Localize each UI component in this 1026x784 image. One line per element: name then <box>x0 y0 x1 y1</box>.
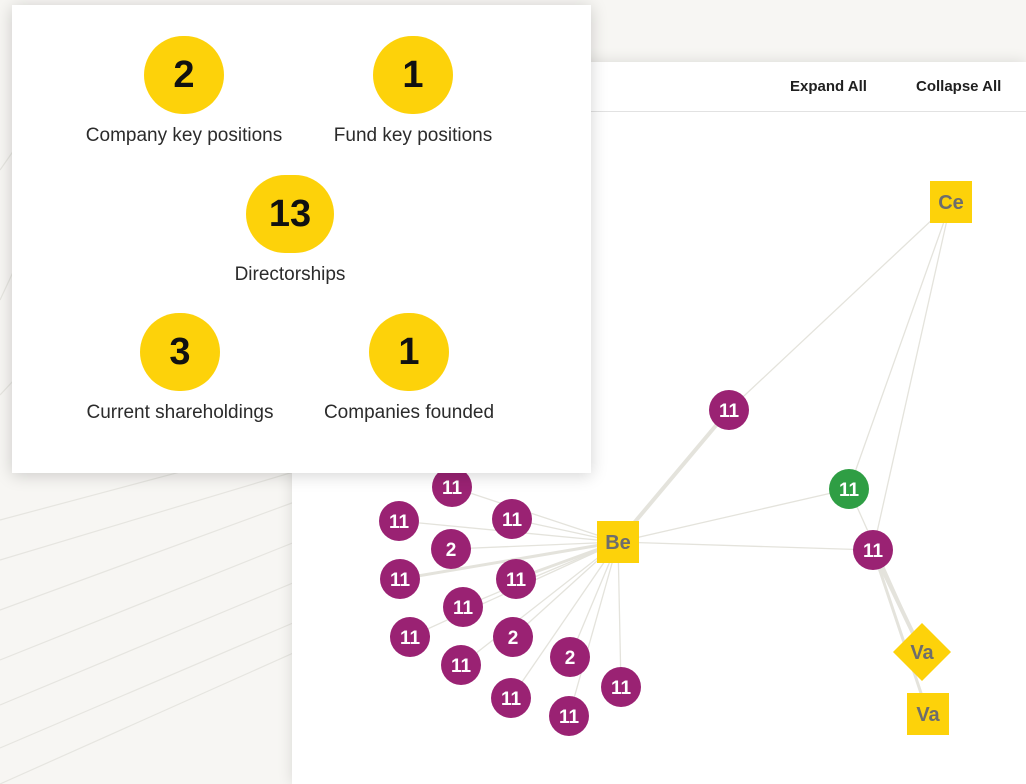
stat-label: Company key positions <box>85 125 283 146</box>
graph-node-p14[interactable]: 11 <box>601 667 641 707</box>
node-label: Va <box>910 642 934 664</box>
node-label: 11 <box>502 510 523 531</box>
stat-fund-key-positions[interactable]: 1 Fund key positions <box>293 36 533 147</box>
node-label: 11 <box>501 689 522 710</box>
node-label: 11 <box>506 570 527 591</box>
graph-edge <box>848 201 952 490</box>
node-label: Ce <box>938 192 964 214</box>
node-label: 2 <box>508 628 519 649</box>
stat-company-key-positions[interactable]: 2 Company key positions <box>64 36 304 147</box>
graph-node-p10[interactable]: 11 <box>441 645 481 685</box>
graph-node-p5[interactable]: 11 <box>380 559 420 599</box>
node-label: 11 <box>389 512 410 533</box>
node-label: 11 <box>442 478 463 499</box>
stat-label: Directorships <box>234 264 346 285</box>
node-label: 2 <box>565 648 576 669</box>
graph-node-p4[interactable]: 2 <box>431 529 471 569</box>
node-label: 2 <box>446 540 457 561</box>
graph-edge <box>848 488 923 653</box>
graph-edge <box>617 541 874 551</box>
stat-label: Companies founded <box>323 402 495 423</box>
node-label: Be <box>605 532 631 554</box>
node-label: 11 <box>400 628 421 649</box>
graph-node-p-right[interactable]: 11 <box>853 530 893 570</box>
graph-node-p3[interactable]: 11 <box>492 499 532 539</box>
node-label: Va <box>916 704 940 726</box>
graph-node-p13[interactable]: 11 <box>549 696 589 736</box>
graph-node-va2[interactable]: Va <box>907 693 949 735</box>
stat-companies-founded[interactable]: 1 Companies founded <box>289 313 529 424</box>
node-label: 11 <box>839 480 860 501</box>
stat-label: Fund key positions <box>333 125 493 146</box>
graph-node-p12[interactable]: 11 <box>491 678 531 718</box>
node-label: 11 <box>453 598 474 619</box>
node-label: 11 <box>559 707 580 728</box>
graph-node-ce[interactable]: Ce <box>930 181 972 223</box>
count-badge: 3 <box>140 313 220 391</box>
node-label: 11 <box>611 678 632 699</box>
graph-edge <box>617 541 622 688</box>
graph-edge <box>617 488 850 543</box>
graph-node-p9[interactable]: 2 <box>493 617 533 657</box>
graph-node-be[interactable]: Be <box>597 521 639 563</box>
graph-edge <box>728 201 952 411</box>
count-badge: 1 <box>369 313 449 391</box>
graph-node-p2[interactable]: 11 <box>379 501 419 541</box>
count-badge: 2 <box>144 36 224 114</box>
count-badge: 1 <box>373 36 453 114</box>
stat-current-shareholdings[interactable]: 3 Current shareholdings <box>60 313 300 424</box>
count-badge: 13 <box>246 175 334 253</box>
stat-label: Current shareholdings <box>86 402 274 423</box>
graph-node-p6[interactable]: 11 <box>496 559 536 599</box>
node-label: 11 <box>719 401 740 422</box>
stat-directorships[interactable]: 13 Directorships <box>170 175 410 286</box>
graph-node-p8[interactable]: 11 <box>390 617 430 657</box>
graph-node-p7[interactable]: 11 <box>443 587 483 627</box>
graph-node-g1[interactable]: 11 <box>829 469 869 509</box>
graph-node-p11[interactable]: 2 <box>550 637 590 677</box>
graph-node-p1[interactable]: 11 <box>432 467 472 507</box>
graph-edge <box>872 201 952 551</box>
node-label: 11 <box>390 570 411 591</box>
node-label: 11 <box>451 656 472 677</box>
graph-node-p-top[interactable]: 11 <box>709 390 749 430</box>
person-stats-card: 2 Company key positions 1 Fund key posit… <box>12 5 591 473</box>
node-label: 11 <box>863 541 884 562</box>
